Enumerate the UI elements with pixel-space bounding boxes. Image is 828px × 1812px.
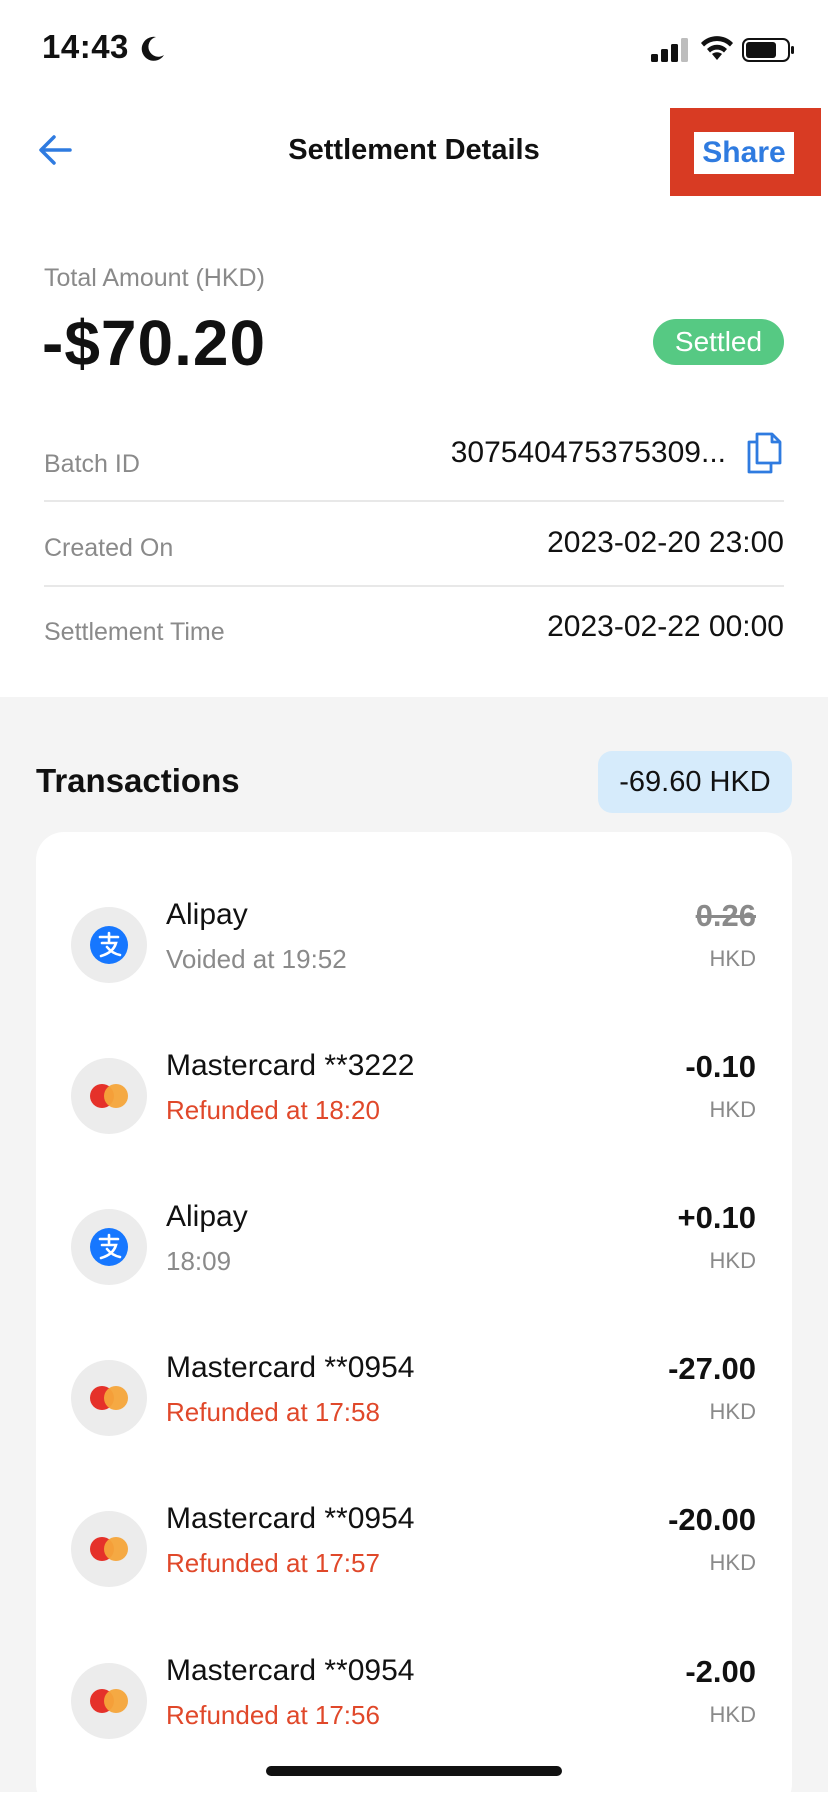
batch-id-value: 307540475375309... <box>450 436 726 469</box>
transaction-currency: HKD <box>709 1550 756 1575</box>
batch-id-label: Batch ID <box>44 450 140 478</box>
total-amount-label: Total Amount (HKD) <box>44 264 265 292</box>
created-on-row: Created On 2023-02-20 23:00 <box>44 512 784 596</box>
settlement-time-value: 2023-02-22 00:00 <box>547 610 784 643</box>
divider <box>44 585 784 587</box>
transaction-status: 18:09 <box>166 1246 232 1276</box>
transaction-currency: HKD <box>709 1248 756 1273</box>
transaction-amount: 0.26 <box>695 898 756 933</box>
mastercard-icon <box>71 1058 147 1134</box>
transaction-currency: HKD <box>709 1097 756 1122</box>
transaction-name: Mastercard **0954 <box>166 1654 415 1687</box>
mastercard-icon <box>71 1360 147 1436</box>
transaction-status: Refunded at 17:58 <box>166 1397 380 1427</box>
list-item[interactable]: Mastercard **0954 Refunded at 17:58 -27.… <box>36 1339 792 1469</box>
transaction-amount: +0.10 <box>677 1200 756 1235</box>
transaction-currency: HKD <box>709 1399 756 1424</box>
share-highlight: Share <box>670 108 821 196</box>
transaction-status: Refunded at 17:56 <box>166 1700 380 1730</box>
transaction-name: Mastercard **0954 <box>166 1351 415 1384</box>
transaction-currency: HKD <box>709 946 756 971</box>
transaction-status: Refunded at 18:20 <box>166 1095 380 1125</box>
nav-bar: Settlement Details Share <box>0 100 828 206</box>
alipay-icon <box>71 1209 147 1285</box>
moon-icon <box>141 36 164 61</box>
transaction-amount: -2.00 <box>685 1654 756 1689</box>
transaction-name: Mastercard **0954 <box>166 1502 415 1535</box>
divider <box>44 500 784 502</box>
created-on-label: Created On <box>44 534 174 562</box>
status-time: 14:43 <box>42 28 129 65</box>
created-on-value: 2023-02-20 23:00 <box>547 526 784 559</box>
transaction-amount: -27.00 <box>668 1351 756 1386</box>
transaction-amount: -20.00 <box>668 1502 756 1537</box>
status-bar: 14:43 <box>0 0 828 100</box>
wifi-icon <box>701 36 733 60</box>
home-indicator <box>266 1766 562 1776</box>
list-item[interactable]: Mastercard **3222 Refunded at 18:20 -0.1… <box>36 1037 792 1167</box>
status-badge: Settled <box>653 319 784 365</box>
list-item[interactable]: Mastercard **0954 Refunded at 17:57 -20.… <box>36 1490 792 1620</box>
mastercard-icon <box>71 1663 147 1739</box>
transactions-total-badge: -69.60 HKD <box>598 751 792 813</box>
transactions-list: Alipay Voided at 19:52 0.26 HKD Masterca… <box>36 832 792 1812</box>
total-amount: -$70.20 <box>42 307 267 379</box>
list-item[interactable]: Mastercard **0954 Refunded at 17:56 -2.0… <box>36 1642 792 1772</box>
copy-icon[interactable] <box>744 432 784 474</box>
mastercard-icon <box>71 1511 147 1587</box>
transaction-currency: HKD <box>709 1702 756 1727</box>
battery-icon <box>742 38 794 62</box>
transaction-amount: -0.10 <box>685 1049 756 1084</box>
transaction-status: Voided at 19:52 <box>166 944 347 974</box>
list-item[interactable]: Alipay 18:09 +0.10 HKD <box>36 1188 792 1318</box>
cellular-signal-icon <box>651 38 688 62</box>
transaction-status: Refunded at 17:57 <box>166 1548 380 1578</box>
transaction-name: Mastercard **3222 <box>166 1049 415 1082</box>
transaction-name: Alipay <box>166 898 248 931</box>
share-button[interactable]: Share <box>694 132 794 174</box>
settlement-time-row: Settlement Time 2023-02-22 00:00 <box>44 596 784 680</box>
settlement-time-label: Settlement Time <box>44 618 225 646</box>
transactions-title: Transactions <box>36 762 240 799</box>
list-item[interactable]: Alipay Voided at 19:52 0.26 HKD <box>36 886 792 1016</box>
alipay-icon <box>71 907 147 983</box>
transaction-name: Alipay <box>166 1200 248 1233</box>
